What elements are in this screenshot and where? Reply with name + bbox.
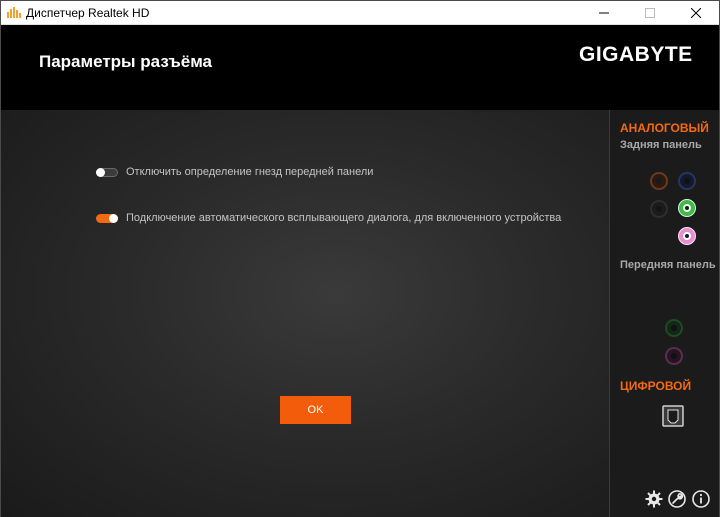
digital-heading: ЦИФРОВОЙ [620, 379, 692, 393]
realtek-window: Диспетчер Realtek HD Параметры разъёма G… [0, 0, 720, 517]
header: Параметры разъёма GIGABYTE [1, 25, 719, 110]
front-green-jack-icon[interactable] [664, 318, 684, 338]
minimize-button[interactable] [581, 1, 627, 25]
digital-output-icon[interactable] [662, 405, 684, 427]
auto-popup-dialog-toggle[interactable] [96, 213, 118, 223]
front-pink-jack-icon[interactable] [664, 346, 684, 366]
maximize-icon [645, 8, 655, 18]
auto-popup-dialog-option[interactable]: Подключение автоматического всплывающего… [96, 210, 561, 226]
close-button[interactable] [673, 1, 719, 25]
wrench-icon[interactable] [668, 490, 686, 508]
option-label: Подключение автоматического всплывающего… [126, 212, 562, 224]
disable-front-panel-detection-option[interactable]: Отключить определение гнезд передней пан… [96, 164, 373, 180]
pink-jack-icon[interactable] [677, 226, 697, 246]
jack-sidebar: АНАЛОГОВЫЙ Задняя панель Передняя панель… [609, 110, 719, 517]
blue-jack-icon[interactable] [677, 171, 697, 191]
page-title: Параметры разъёма [39, 52, 212, 71]
front-panel-label: Передняя панель [620, 259, 716, 271]
orange-jack-icon[interactable] [649, 171, 669, 191]
black-jack-icon[interactable] [649, 199, 669, 219]
maximize-button[interactable] [627, 1, 673, 25]
option-label: Отключить определение гнезд передней пан… [126, 166, 374, 178]
green-jack-icon[interactable] [677, 198, 697, 218]
disable-front-panel-detection-toggle[interactable] [96, 167, 118, 177]
info-icon[interactable] [692, 490, 710, 508]
app-speaker-icon [7, 7, 21, 18]
settings-gear-icon[interactable] [645, 490, 663, 508]
close-icon [691, 8, 701, 18]
rear-panel-label: Задняя панель [620, 139, 702, 151]
ok-button[interactable]: OK [280, 396, 351, 424]
analog-heading: АНАЛОГОВЫЙ [620, 121, 709, 135]
title-bar[interactable]: Диспетчер Realtek HD [1, 1, 719, 25]
window-title: Диспетчер Realtek HD [26, 6, 150, 20]
minimize-icon [599, 12, 609, 14]
gigabyte-logo: GIGABYTE [579, 43, 693, 66]
connector-settings-panel: Отключить определение гнезд передней пан… [1, 110, 609, 517]
